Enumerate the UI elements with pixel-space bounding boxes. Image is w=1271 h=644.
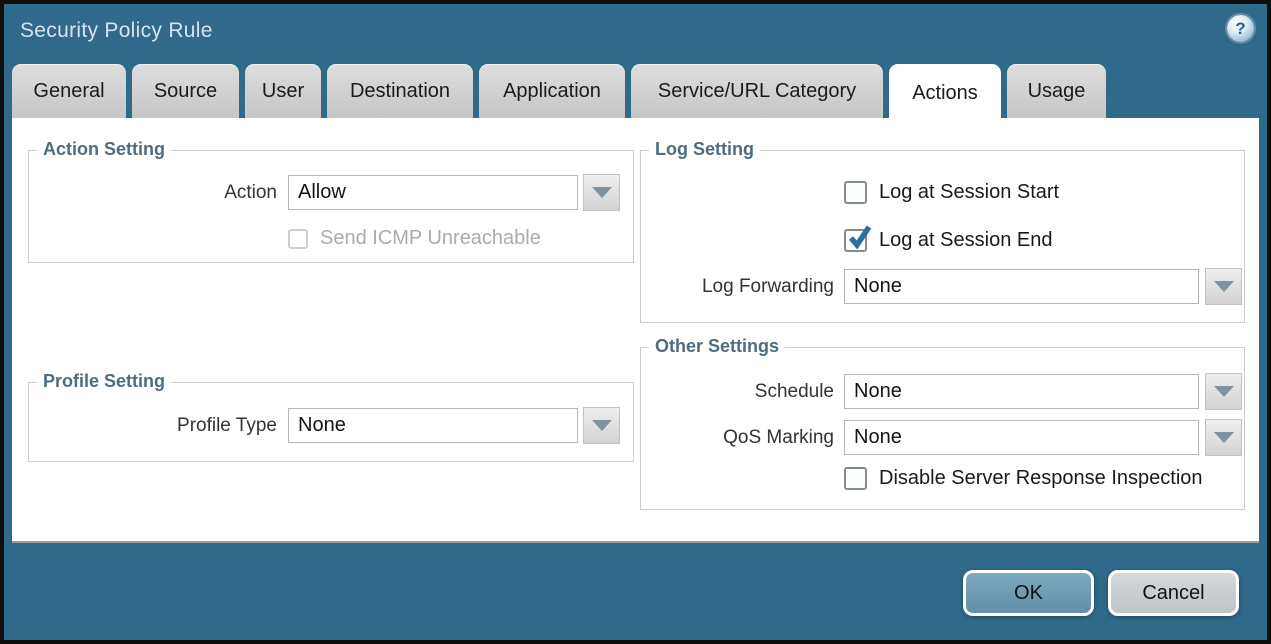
ok-button[interactable]: OK [963, 570, 1094, 616]
schedule-select[interactable]: None [844, 374, 1199, 409]
tab-actions[interactable]: Actions [889, 64, 1001, 122]
tab-bar: General Source User Destination Applicat… [12, 64, 1106, 118]
disable-server-response-inspection-checkbox[interactable] [844, 467, 867, 490]
content-panel: Action Setting Action Allow Send ICMP Un… [12, 118, 1259, 543]
profile-type-label: Profile Type [29, 408, 277, 443]
disable-server-response-inspection-row: Disable Server Response Inspection [844, 467, 1203, 490]
tab-general[interactable]: General [12, 64, 126, 118]
qos-marking-label: QoS Marking [641, 420, 834, 455]
qos-marking-select-dropdown-button[interactable] [1205, 419, 1242, 456]
tab-usage[interactable]: Usage [1007, 64, 1106, 118]
log-at-session-start-checkbox[interactable] [844, 181, 867, 204]
qos-marking-select[interactable]: None [844, 420, 1199, 455]
send-icmp-unreachable-checkbox [288, 229, 308, 249]
cancel-button[interactable]: Cancel [1108, 570, 1239, 616]
profile-type-select-dropdown-button[interactable] [583, 407, 620, 444]
profile-type-select-value: None [298, 414, 346, 437]
schedule-select-dropdown-button[interactable] [1205, 373, 1242, 410]
send-icmp-unreachable-label: Send ICMP Unreachable [320, 227, 541, 250]
log-setting-group: Log Setting Log at Session Start Log at … [640, 150, 1245, 323]
chevron-down-icon [1214, 386, 1234, 397]
log-at-session-end-row: Log at Session End [844, 229, 1052, 252]
tab-application[interactable]: Application [479, 64, 625, 118]
chevron-down-icon [1214, 281, 1234, 292]
schedule-label: Schedule [641, 374, 834, 409]
action-select[interactable]: Allow [288, 175, 578, 210]
log-at-session-end-label: Log at Session End [879, 229, 1052, 252]
log-forwarding-select-dropdown-button[interactable] [1205, 268, 1242, 305]
schedule-select-value: None [854, 380, 902, 403]
send-icmp-unreachable-row: Send ICMP Unreachable [288, 227, 541, 250]
tab-source[interactable]: Source [132, 64, 239, 118]
profile-setting-legend: Profile Setting [37, 370, 171, 392]
log-at-session-end-checkbox[interactable] [844, 229, 867, 252]
log-at-session-start-label: Log at Session Start [879, 181, 1059, 204]
action-select-value: Allow [298, 181, 346, 204]
tab-destination[interactable]: Destination [327, 64, 473, 118]
other-settings-legend: Other Settings [649, 335, 785, 357]
chevron-down-icon [592, 187, 612, 198]
profile-setting-group: Profile Setting Profile Type None [28, 382, 634, 462]
log-forwarding-select[interactable]: None [844, 269, 1199, 304]
security-policy-rule-dialog: Security Policy Rule ? General Source Us… [0, 0, 1271, 644]
action-setting-legend: Action Setting [37, 138, 171, 160]
profile-type-select[interactable]: None [288, 408, 578, 443]
chevron-down-icon [592, 420, 612, 431]
tab-user[interactable]: User [245, 64, 321, 118]
action-select-dropdown-button[interactable] [583, 174, 620, 211]
other-settings-group: Other Settings Schedule None QoS Marking… [640, 347, 1245, 510]
tab-service-url-category[interactable]: Service/URL Category [631, 64, 883, 118]
action-label: Action [29, 175, 277, 210]
log-forwarding-select-value: None [854, 275, 902, 298]
disable-server-response-inspection-label: Disable Server Response Inspection [879, 467, 1203, 490]
log-setting-legend: Log Setting [649, 138, 760, 160]
log-at-session-start-row: Log at Session Start [844, 181, 1059, 204]
dialog-title: Security Policy Rule [20, 19, 213, 43]
chevron-down-icon [1214, 432, 1234, 443]
qos-marking-select-value: None [854, 426, 902, 449]
action-setting-group: Action Setting Action Allow Send ICMP Un… [28, 150, 634, 263]
log-forwarding-label: Log Forwarding [641, 269, 834, 304]
help-icon[interactable]: ? [1227, 15, 1254, 42]
